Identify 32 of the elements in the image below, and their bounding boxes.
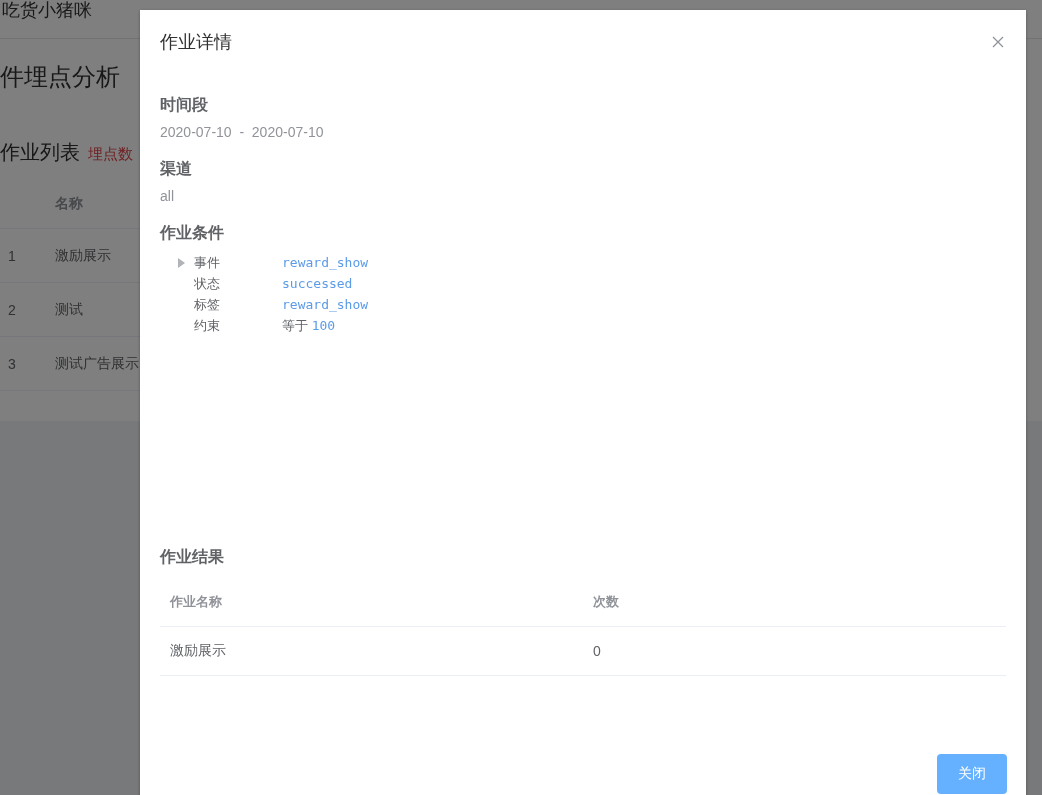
condition-value: 等于 100 (282, 317, 336, 335)
table-cell: 测试 (55, 300, 83, 319)
section-title: 作业条件 (160, 223, 225, 243)
table-cell-text: 3 (7, 355, 17, 372)
section-value: all (160, 188, 175, 204)
column-header: 次数 (593, 594, 619, 609)
section-title: 时间段 (160, 95, 209, 115)
table-cell: 测试广告展示 (55, 354, 139, 373)
section-title: 作业结果 (160, 547, 225, 567)
condition-label: 约束 (194, 317, 221, 335)
table-cell: 激励展示 (170, 642, 226, 658)
table-cell-text: 2 (7, 301, 17, 318)
table-cell: 0 (593, 643, 601, 659)
column-header: 作业名称 (170, 594, 222, 609)
table-cell-text: 1 (7, 247, 17, 264)
condition-value: reward_show (282, 254, 369, 272)
condition-value: successed (282, 275, 353, 293)
condition-label: 事件 (194, 254, 221, 272)
section-value: 2020-07-10 - 2020-07-10 (160, 124, 325, 140)
breadcrumb-item[interactable]: 吃货小猪咪 (2, 0, 92, 22)
section-title: 作业列表 (0, 140, 80, 165)
section-title: 渠道 (160, 159, 193, 179)
table-cell: 激励展示 (55, 246, 111, 265)
condition-label: 状态 (194, 275, 221, 293)
expand-arrow-icon[interactable] (178, 258, 185, 268)
close-button[interactable]: 关闭 (937, 754, 1007, 794)
condition-label: 标签 (194, 296, 221, 314)
dialog-title: 作业详情 (160, 31, 232, 54)
close-icon[interactable] (992, 36, 1004, 48)
condition-value: reward_show (282, 296, 369, 314)
data-link[interactable]: 埋点数 (88, 145, 133, 164)
page-heading: 件埋点分析 (0, 62, 120, 92)
